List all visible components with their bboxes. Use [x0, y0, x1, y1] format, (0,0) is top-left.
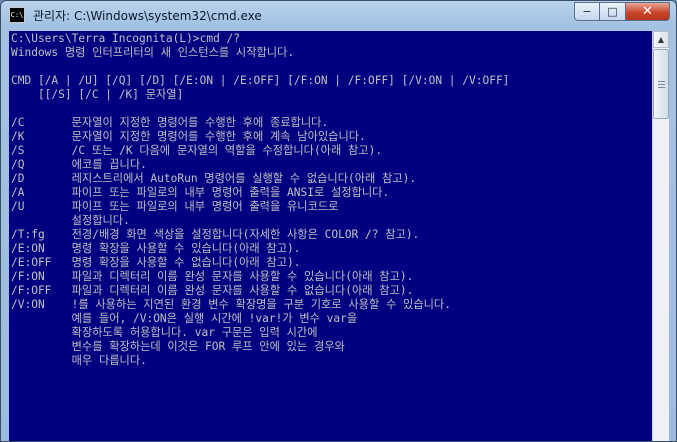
console-line: 매우 다릅니다. — [11, 354, 147, 367]
console-line: /A 파이프 또는 파일로의 내부 명령어 출력을 ANSI로 설정합니다. — [11, 186, 390, 199]
console-line: /K 문자열이 지정한 명령어를 수행한 후에 계속 남아있습니다. — [11, 130, 366, 143]
console-line: /U 파이프 또는 파일로의 내부 명령어 출력을 유니코드로 — [11, 200, 339, 213]
grip-line — [658, 81, 665, 82]
cmd-window: C:\ 관리자: C:\Windows\system32\cmd.exe − □… — [0, 0, 677, 442]
console-line: 설정합니다. — [11, 214, 130, 227]
console-line: [[/S] [/C | /K] 문자열] — [11, 88, 184, 101]
console-line: /Q 에코를 끕니다. — [11, 158, 147, 171]
console-line: /E:ON 명령 확장을 사용할 수 있습니다(아래 참고). — [11, 242, 301, 255]
title-bar[interactable]: C:\ 관리자: C:\Windows\system32\cmd.exe − □… — [1, 1, 676, 29]
console-line: Windows 명령 인터프리터의 새 인스턴스를 시작합니다. — [11, 46, 295, 59]
console-line: 확장하도록 허용합니다. var 구문은 입력 시간에 — [11, 326, 318, 339]
window-title: 관리자: C:\Windows\system32\cmd.exe — [33, 9, 262, 23]
vertical-scrollbar[interactable]: ▲ — [652, 31, 669, 441]
console-line: 변수를 확장하는데 이것은 FOR 루프 안에 있는 경우와 — [11, 340, 345, 353]
minimize-icon: − — [582, 5, 592, 18]
minimize-button[interactable]: − — [574, 2, 600, 21]
close-icon: ✕ — [642, 4, 653, 19]
console-line: /C 문자열이 지정한 명령어를 수행한 후에 종료합니다. — [11, 116, 329, 129]
close-button[interactable]: ✕ — [626, 2, 670, 21]
scroll-up-button[interactable]: ▲ — [653, 31, 669, 48]
console-line: /T:fg 전경/배경 화면 색상을 설정합니다(자세한 사항은 COLOR /… — [11, 228, 420, 241]
cmd-app-icon[interactable]: C:\ — [9, 7, 25, 23]
grip-line — [658, 84, 665, 85]
console-line: /F:OFF 파일과 디렉터리 이름 완성 문자를 사용할 수 없습니다(아래 … — [11, 284, 414, 297]
console-line: /S /C 또는 /K 다음에 문자열의 역할을 수정합니다(아래 참고). — [11, 144, 383, 157]
maximize-icon: □ — [607, 5, 618, 18]
console-line: /E:OFF 명령 확장을 사용할 수 없습니다(아래 참고). — [11, 256, 301, 269]
arrow-up-icon: ▲ — [657, 35, 665, 44]
console-line: CMD [/A | /U] [/Q] [/D] [/E:ON | /E:OFF]… — [11, 74, 510, 87]
window-controls: − □ ✕ — [574, 2, 670, 22]
console-area[interactable]: C:\Users\Terra Incognita(L)>cmd /? Windo… — [9, 31, 652, 441]
console-line: 예를 들어, /V:ON은 실행 시간에 !var!가 변수 var을 — [11, 312, 358, 325]
console-line: /F:ON 파일과 디렉터리 이름 완성 문자를 사용할 수 있습니다(아래 참… — [11, 270, 414, 283]
console-line: /D 레지스트리에서 AutoRun 명령어를 실행할 수 없습니다(아래 참고… — [11, 172, 417, 185]
grip-line — [658, 87, 665, 88]
console-line: /V:ON !를 사용하는 지연된 환경 변수 확장명을 구분 기호로 사용할 … — [11, 298, 451, 311]
console-line: C:\Users\Terra Incognita(L)>cmd /? — [11, 32, 241, 45]
scrollbar-thumb[interactable] — [653, 49, 669, 119]
console-output: C:\Users\Terra Incognita(L)>cmd /? Windo… — [9, 31, 652, 368]
maximize-button[interactable]: □ — [600, 2, 626, 21]
